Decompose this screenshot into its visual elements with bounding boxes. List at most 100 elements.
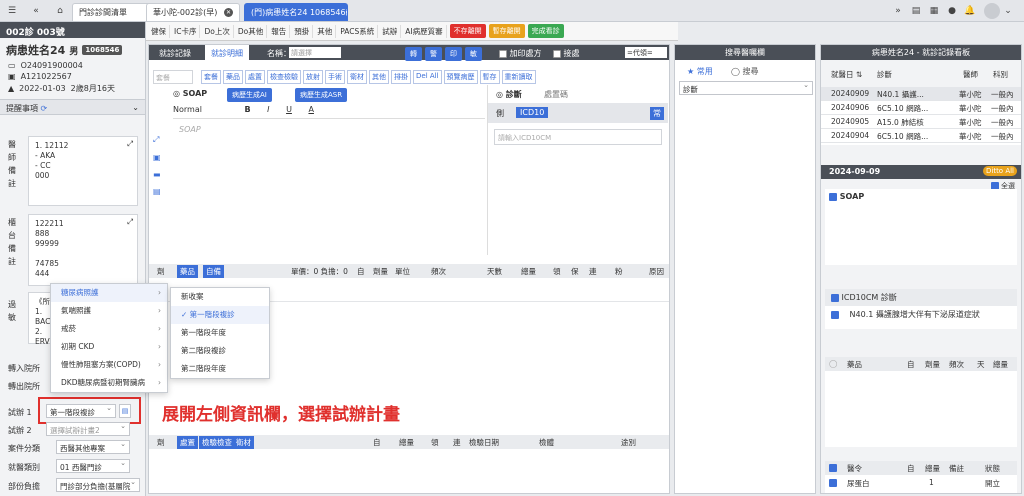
chevron-down-icon[interactable]: ⌄ <box>1002 5 1014 17</box>
med-tab[interactable]: 藥品 <box>177 265 198 278</box>
bold-icon[interactable]: B <box>245 105 251 114</box>
quick-button[interactable]: 處置 <box>245 70 265 84</box>
quick-button[interactable]: 其他 <box>369 70 389 84</box>
toolbar-item[interactable]: 其他 <box>314 24 337 38</box>
menu-item-dkd[interactable]: DKD糖尿病暨初期腎臟病 › <box>51 374 167 392</box>
quick-button[interactable]: 藥品 <box>223 70 243 84</box>
table-row[interactable]: 20240905 A15.0 肺結核 華小陀 一般內 <box>821 115 1021 129</box>
tab-visit-detail[interactable]: 就診明細 <box>205 45 249 60</box>
case-select[interactable]: 西醫其他專案 <box>56 440 130 454</box>
quick-button[interactable]: 套餐 <box>201 70 221 84</box>
proc-code-tab[interactable]: 處置碼 <box>544 89 568 100</box>
asr-generate-button[interactable]: 病歷生成ASR <box>295 88 348 102</box>
collapse-right-icon[interactable]: » <box>892 5 904 17</box>
counter-note-box[interactable]: 122211 888 99999 74785 444 ⤢ <box>28 214 138 286</box>
temp-save-exit-button[interactable]: 暫存離開 <box>488 24 525 38</box>
quick-button[interactable]: 放射 <box>303 70 323 84</box>
submenu-item-stage2-followup[interactable]: 第二階段複診 <box>171 342 269 360</box>
quick-button[interactable]: 暫存 <box>479 70 500 84</box>
lab-tab[interactable]: 檢驗檢查 <box>199 436 235 449</box>
notification-icon[interactable]: 🔔 <box>964 5 976 17</box>
menu-icon[interactable]: ☰ <box>6 5 18 17</box>
copay-select[interactable]: 門診部分負擔(基層院 <box>56 478 140 492</box>
add-rx-checkbox[interactable]: 加印處方 <box>499 48 542 59</box>
urgent-checkbox[interactable]: 接處 <box>553 48 580 59</box>
save-icon[interactable]: ▤ <box>153 187 163 196</box>
underline-icon[interactable]: U <box>286 105 292 114</box>
dept-select[interactable]: =代領= <box>625 47 667 58</box>
chat-icon[interactable]: ● <box>946 5 958 17</box>
expand-icon[interactable]: ⤢ <box>127 217 133 227</box>
icd-detail-item[interactable]: N40.1 攝護腺增大伴有下泌尿道症狀 <box>825 306 1017 323</box>
quick-button[interactable]: 檢查檢驗 <box>267 70 301 84</box>
table-row[interactable]: 20240904 6C5.10 網路... 華小陀 一般內 <box>821 129 1021 143</box>
toolbar-item[interactable]: Do其他 <box>235 24 268 38</box>
print-button[interactable]: 印 <box>445 47 462 61</box>
submenu-item-stage2-annual[interactable]: 第二階段年度 <box>171 360 269 378</box>
icd-input[interactable]: 請輸入ICD10CM <box>494 129 662 145</box>
close-icon[interactable]: ✕ <box>345 8 347 17</box>
home-icon[interactable]: ⌂ <box>54 5 66 17</box>
icd-detail-title[interactable]: ICD10CM 診斷 <box>825 289 1017 306</box>
font-select[interactable]: Normal <box>173 105 202 114</box>
name-select[interactable]: 請選擇 <box>289 47 341 58</box>
avatar[interactable] <box>984 3 1000 19</box>
toolbar-item[interactable]: Do上次 <box>201 24 234 38</box>
expand-icon[interactable]: ⤢ <box>127 139 133 149</box>
font-color-icon[interactable]: A <box>308 105 313 114</box>
quick-button[interactable]: 衛材 <box>347 70 367 84</box>
italic-icon[interactable]: I <box>267 105 269 114</box>
quick-button[interactable]: 手術 <box>325 70 345 84</box>
common-button[interactable]: 常 <box>650 107 664 120</box>
toolbar-item[interactable]: 試辦 <box>379 24 402 38</box>
trial2-select[interactable]: 選擇試辦計畫2 <box>46 422 130 436</box>
toolbar-item[interactable]: 預掛 <box>291 24 314 38</box>
refresh-icon[interactable]: ⟳ <box>41 104 48 113</box>
order-type-select[interactable]: 診斷 <box>679 81 813 95</box>
tab-common[interactable]: ★ 常用 <box>687 66 713 77</box>
toolbar-item[interactable]: 健保 <box>148 24 170 38</box>
menu-item-asthma[interactable]: 氣喘照護 › <box>51 302 167 320</box>
soap-detail-title[interactable]: SOAP <box>825 189 1017 204</box>
ditto-all-button[interactable]: Ditto All <box>982 166 1017 176</box>
no-save-exit-button[interactable]: 不存離開 <box>449 24 486 38</box>
toolbar-item[interactable]: PACS系統 <box>337 24 379 38</box>
chevron-down-icon[interactable]: ⌄ <box>132 103 139 112</box>
close-icon[interactable]: ✕ <box>224 8 233 17</box>
quick-button[interactable]: 重新讀取 <box>501 70 536 84</box>
quick-button[interactable]: 預覽病歷 <box>443 70 478 84</box>
self-tab[interactable]: 自備 <box>203 265 224 278</box>
toolbar-item[interactable]: IC卡序 <box>171 24 201 38</box>
document-icon[interactable]: ▤ <box>910 5 922 17</box>
soap-editor[interactable]: SOAP <box>179 125 201 134</box>
submenu-item-stage1-annual[interactable]: 第一階段年度 <box>171 324 269 342</box>
tab-search[interactable]: ◯ 搜尋 <box>731 66 759 77</box>
image-icon[interactable]: ▣ <box>153 153 163 162</box>
quick-button[interactable]: Del All <box>413 70 442 84</box>
menu-item-ckd[interactable]: 初期 CKD › <box>51 338 167 356</box>
collapse-left-icon[interactable]: « <box>30 5 42 17</box>
reminders-section[interactable]: 提醒事項 ⟳ ⌄ <box>0 99 145 115</box>
expand-icon[interactable]: ⤢ <box>153 135 163 145</box>
ai-generate-button[interactable]: 病歷生成AI <box>227 88 272 102</box>
tab-doctor-session[interactable]: 華小陀-002診(早) ✕ <box>146 3 240 21</box>
package-input[interactable]: 套餐 <box>153 70 193 84</box>
table-row[interactable]: 尿蛋白 1 開立 <box>825 475 1017 489</box>
visit-select[interactable]: 01 西醫門診 <box>56 459 130 473</box>
grid-icon[interactable]: ▦ <box>928 5 940 17</box>
sensitive-button[interactable]: 敏 <box>465 47 482 61</box>
proc-tab[interactable]: 處置 <box>177 436 198 449</box>
tab-patient[interactable]: (門)病患姓名24 1068546 ✕ <box>244 3 348 21</box>
transfer-button[interactable]: 轉 <box>405 47 422 61</box>
supply-tab[interactable]: 衛材 <box>233 436 254 449</box>
alert-button[interactable]: 警 <box>425 47 442 61</box>
diag-tab[interactable]: ◎ 診斷 <box>496 89 522 100</box>
toolbar-item[interactable]: AI病歷質審 <box>402 24 447 38</box>
quick-button[interactable]: 排掛 <box>391 70 411 84</box>
folder-icon[interactable]: ▬ <box>153 170 163 179</box>
submenu-item-stage1-followup[interactable]: ✓ 第一階段複診 <box>171 306 269 324</box>
table-row[interactable]: 20240909 N40.1 攝護... 華小陀 一般內 <box>821 87 1021 101</box>
submenu-item-new[interactable]: 新收案 <box>171 288 269 306</box>
menu-item-diabetes[interactable]: 糖尿病照護 › <box>51 284 167 302</box>
menu-item-smoking[interactable]: 戒菸 › <box>51 320 167 338</box>
